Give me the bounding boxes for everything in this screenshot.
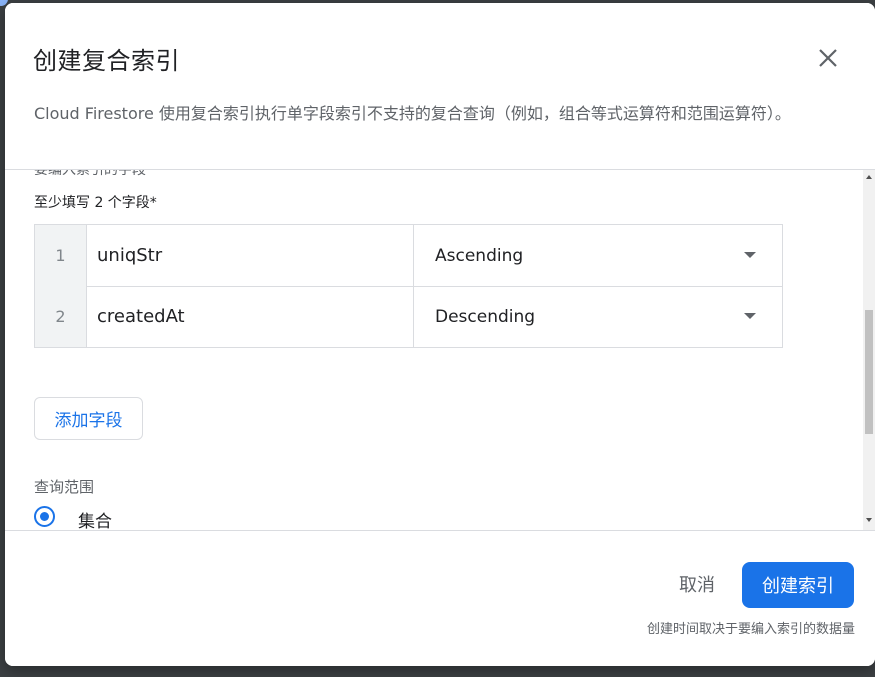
cancel-button[interactable]: 取消 [663,564,731,604]
scrollbar-thumb[interactable] [865,310,873,434]
close-icon [819,49,837,67]
fields-section-label: 要编入索引的字段 [34,170,146,178]
field-order-value: Descending [435,306,536,327]
fields-table: 1 uniqStr Ascending 2 createdAt Descendi… [34,224,783,348]
add-field-button[interactable]: 添加字段 [34,397,143,440]
field-row: 2 createdAt Descending [35,286,782,347]
close-button[interactable] [813,43,843,73]
create-index-button[interactable]: 创建索引 [742,562,854,608]
dialog-body: 要编入索引的字段 至少填写 2 个字段* 1 uniqStr Ascending… [5,170,875,530]
dialog-description: Cloud Firestore 使用复合索引执行单字段索引不支持的复合查询（例如… [34,104,791,123]
scope-option-label: 集合 [78,512,112,530]
dialog-title: 创建复合索引 [33,47,180,75]
chevron-down-icon [744,252,756,258]
chevron-down-icon [744,313,756,319]
field-number: 2 [35,286,87,347]
field-path-input[interactable]: createdAt [87,286,414,347]
scope-option-collection[interactable]: 集合 [34,505,234,530]
creation-time-note: 创建时间取决于要编入索引的数据量 [646,622,855,637]
field-number: 1 [35,225,87,286]
create-index-dialog: 创建复合索引 Cloud Firestore 使用复合索引执行单字段索引不支持的… [5,3,875,666]
dialog-header: 创建复合索引 Cloud Firestore 使用复合索引执行单字段索引不支持的… [5,3,875,170]
dialog-scrollbar[interactable] [863,170,875,530]
fields-requirement: 至少填写 2 个字段* [34,195,157,211]
field-order-select[interactable]: Descending [415,286,782,347]
field-path-input[interactable]: uniqStr [87,225,414,286]
query-scope-label: 查询范围 [34,478,95,496]
radio-dot [40,512,49,521]
dialog-footer: 取消 创建索引 创建时间取决于要编入索引的数据量 [5,530,875,666]
field-order-select[interactable]: Ascending [415,225,782,286]
field-order-value: Ascending [435,245,524,266]
scroll-up-arrow-icon[interactable] [866,175,872,179]
radio-selected-icon[interactable] [34,506,55,527]
scroll-down-arrow-icon[interactable] [866,518,872,522]
field-row: 1 uniqStr Ascending [35,225,782,287]
